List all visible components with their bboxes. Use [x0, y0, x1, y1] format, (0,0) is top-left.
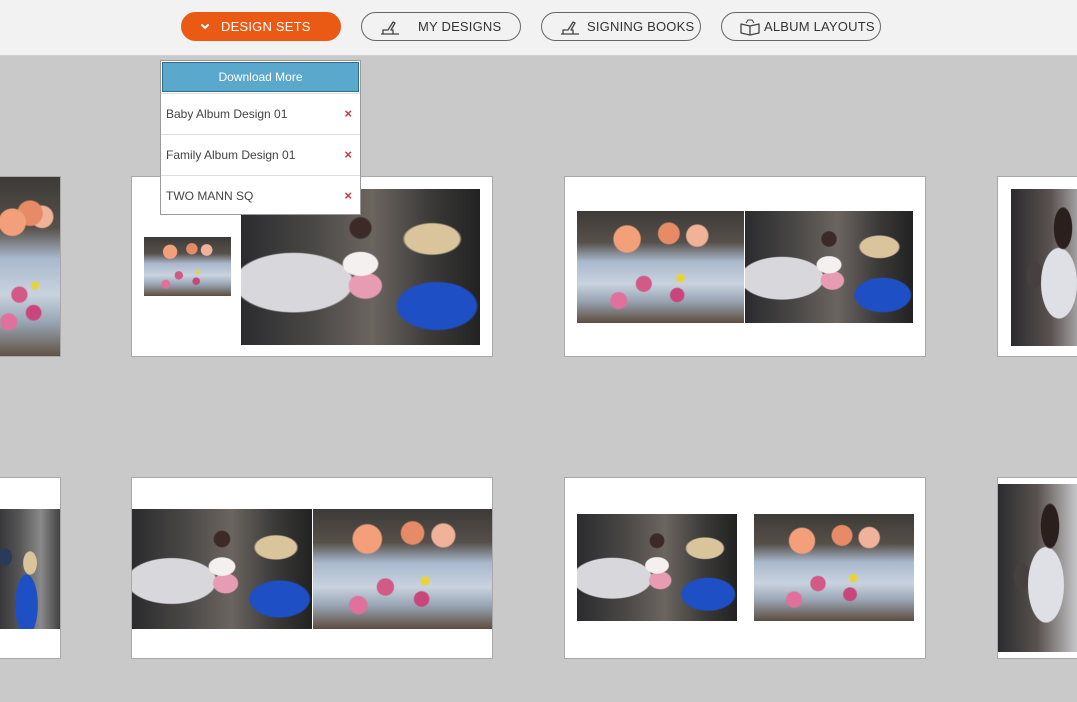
open-album-icon: [740, 19, 760, 36]
album-spread[interactable]: [564, 477, 926, 659]
album-layouts-button[interactable]: ALBUM LAYOUTS: [721, 12, 881, 41]
album-spread[interactable]: [997, 176, 1077, 357]
album-spread[interactable]: [131, 477, 493, 659]
signing-books-button[interactable]: SIGNING BOOKS: [541, 12, 701, 41]
hand-pen-icon: [561, 21, 579, 35]
spread-photo: [0, 509, 60, 629]
remove-icon[interactable]: ×: [344, 106, 352, 121]
design-set-label: TWO MANN SQ: [166, 189, 254, 203]
top-toolbar: DESIGN SETS MY DESIGNS SIGNING BOOKS ALB…: [0, 0, 1077, 56]
design-sets-dropdown: Download More Baby Album Design 01 × Fam…: [160, 60, 361, 215]
album-spread[interactable]: [564, 176, 926, 357]
spread-photo: [745, 211, 913, 323]
chevron-down-icon: [201, 24, 209, 30]
design-set-item[interactable]: Family Album Design 01 ×: [161, 134, 360, 175]
design-sets-button[interactable]: DESIGN SETS: [181, 12, 341, 41]
album-spread[interactable]: [997, 477, 1077, 659]
spread-photo: [998, 484, 1077, 652]
signing-books-label: SIGNING BOOKS: [587, 19, 695, 34]
remove-icon[interactable]: ×: [344, 188, 352, 203]
my-designs-button[interactable]: MY DESIGNS: [361, 12, 521, 41]
spread-photo: [577, 514, 737, 621]
spread-photo: [144, 237, 231, 296]
design-sets-label: DESIGN SETS: [221, 19, 311, 34]
design-set-item[interactable]: TWO MANN SQ ×: [161, 175, 360, 216]
spread-photo: [313, 509, 492, 629]
spread-photo: [577, 211, 744, 323]
spread-photo: [0, 177, 60, 356]
remove-icon[interactable]: ×: [344, 147, 352, 162]
album-spread[interactable]: [0, 477, 61, 659]
design-set-label: Family Album Design 01: [166, 148, 296, 162]
album-layouts-label: ALBUM LAYOUTS: [764, 19, 875, 34]
design-set-item[interactable]: Baby Album Design 01 ×: [161, 93, 360, 134]
spread-photo: [754, 514, 914, 621]
spread-photo: [1011, 189, 1077, 346]
design-set-label: Baby Album Design 01: [166, 107, 288, 121]
album-spread[interactable]: [0, 176, 61, 357]
download-more-button[interactable]: Download More: [162, 62, 359, 92]
spread-photo: [132, 509, 312, 629]
my-designs-label: MY DESIGNS: [418, 19, 502, 34]
hand-pen-icon: [381, 21, 399, 35]
